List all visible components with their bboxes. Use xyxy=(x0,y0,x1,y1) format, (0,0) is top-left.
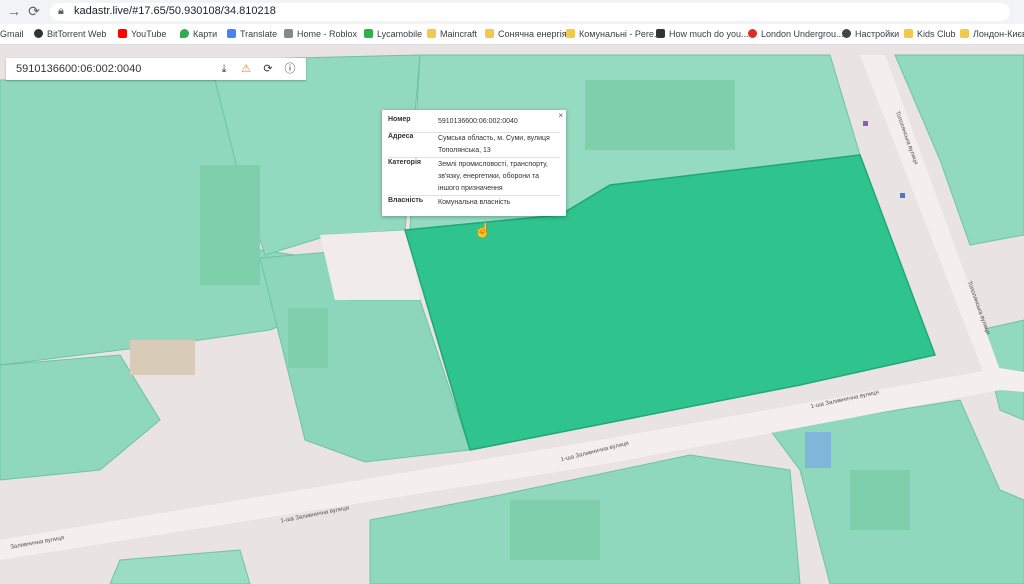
bookmark-item[interactable]: BitTorrent Web xyxy=(34,27,106,41)
youtube-icon xyxy=(118,29,127,38)
cadastral-number-input[interactable] xyxy=(16,62,206,76)
folder-icon xyxy=(427,29,436,38)
folder-icon xyxy=(566,29,575,38)
map-building xyxy=(585,80,735,150)
bookmarks-bar: Gmail BitTorrent Web YouTube Карти Trans… xyxy=(0,24,1024,45)
browser-address-bar: → ⟳ 🔒︎ kadastr.live/#17.65/50.930108/34.… xyxy=(0,0,1024,25)
bookmark-item[interactable]: Gmail xyxy=(0,27,24,41)
reload-icon[interactable]: ⟳ xyxy=(26,3,42,19)
bookmark-item[interactable]: Maincraft xyxy=(427,27,477,41)
popup-label: Номер xyxy=(388,116,411,123)
hand-cursor-icon: ☝ xyxy=(474,222,492,238)
popup-row-ownership: Власність Комунальна власність xyxy=(388,197,560,209)
folder-icon xyxy=(904,29,913,38)
page-icon xyxy=(656,29,665,38)
roblox-icon xyxy=(284,29,293,38)
bookmark-item[interactable]: London Undergrou... xyxy=(748,27,844,41)
popup-row-number: Номер 5910136600:06:002:0040 xyxy=(388,116,560,133)
lock-icon: 🔒︎ xyxy=(58,5,64,17)
map-building xyxy=(850,470,910,530)
translate-icon xyxy=(227,29,236,38)
bookmark-item[interactable]: Translate xyxy=(227,27,277,41)
popup-row-address: Адреса Сумська область, м. Суми, вулиця … xyxy=(388,133,560,158)
map-building xyxy=(200,165,260,285)
bookmark-item[interactable]: Комунальні - Pere... xyxy=(566,27,661,41)
bookmark-item[interactable]: YouTube xyxy=(118,27,166,41)
parcel-info-popup: × Номер 5910136600:06:002:0040 Адреса Су… xyxy=(382,110,566,216)
bookmark-item[interactable]: Lycamobile xyxy=(364,27,422,41)
map-building xyxy=(805,432,831,468)
popup-value: Комунальна власність xyxy=(438,199,511,206)
forward-icon[interactable]: → xyxy=(6,3,22,19)
map-building xyxy=(130,340,195,375)
popup-value: Сумська область, м. Суми, вулиця Тополян… xyxy=(438,135,550,154)
bus-stop-marker[interactable] xyxy=(900,193,905,198)
bookmark-item[interactable]: How much do you... xyxy=(656,27,749,41)
bittorrent-icon xyxy=(34,29,43,38)
map-road xyxy=(320,230,420,300)
gear-icon xyxy=(842,29,851,38)
popup-value: 5910136600:06:002:0040 xyxy=(438,118,518,125)
popup-row-category: Категорія Землі промисловості, транспорт… xyxy=(388,159,560,196)
maps-icon xyxy=(180,29,189,38)
folder-icon xyxy=(485,29,494,38)
bookmark-item[interactable]: Лондон-Києв xyxy=(960,27,1024,41)
refresh-icon[interactable]: ⟳ xyxy=(260,61,276,77)
info-icon[interactable]: ⓘ xyxy=(282,61,298,77)
popup-value: Землі промисловості, транспорту, зв'язку… xyxy=(438,161,548,192)
bookmark-item[interactable]: Настройки xyxy=(842,27,899,41)
popup-label: Категорія xyxy=(388,159,421,166)
warning-icon[interactable]: ⚠ xyxy=(238,61,254,77)
cadastral-search-bar: ⤓ ⚠ ⟳ ⓘ xyxy=(6,58,306,80)
bookmark-item[interactable]: Сонячна енергія xyxy=(485,27,567,41)
popup-label: Власність xyxy=(388,197,424,204)
map-building xyxy=(288,308,328,368)
bookmark-item[interactable]: Карти xyxy=(180,27,217,41)
lycamobile-icon xyxy=(364,29,373,38)
folder-icon xyxy=(960,29,969,38)
bus-stop-marker[interactable] xyxy=(863,121,868,126)
map-building xyxy=(510,500,600,560)
map-parcel[interactable] xyxy=(109,549,251,584)
bookmark-item[interactable]: Home - Roblox xyxy=(284,27,357,41)
download-icon[interactable]: ⤓ xyxy=(216,61,232,77)
url-field[interactable]: 🔒︎ kadastr.live/#17.65/50.930108/34.8102… xyxy=(50,3,1010,21)
popup-label: Адреса xyxy=(388,133,414,140)
bookmark-item[interactable]: Kids Club xyxy=(904,27,956,41)
pin-icon xyxy=(748,29,757,38)
url-text: kadastr.live/#17.65/50.930108/34.810218 xyxy=(74,5,276,17)
